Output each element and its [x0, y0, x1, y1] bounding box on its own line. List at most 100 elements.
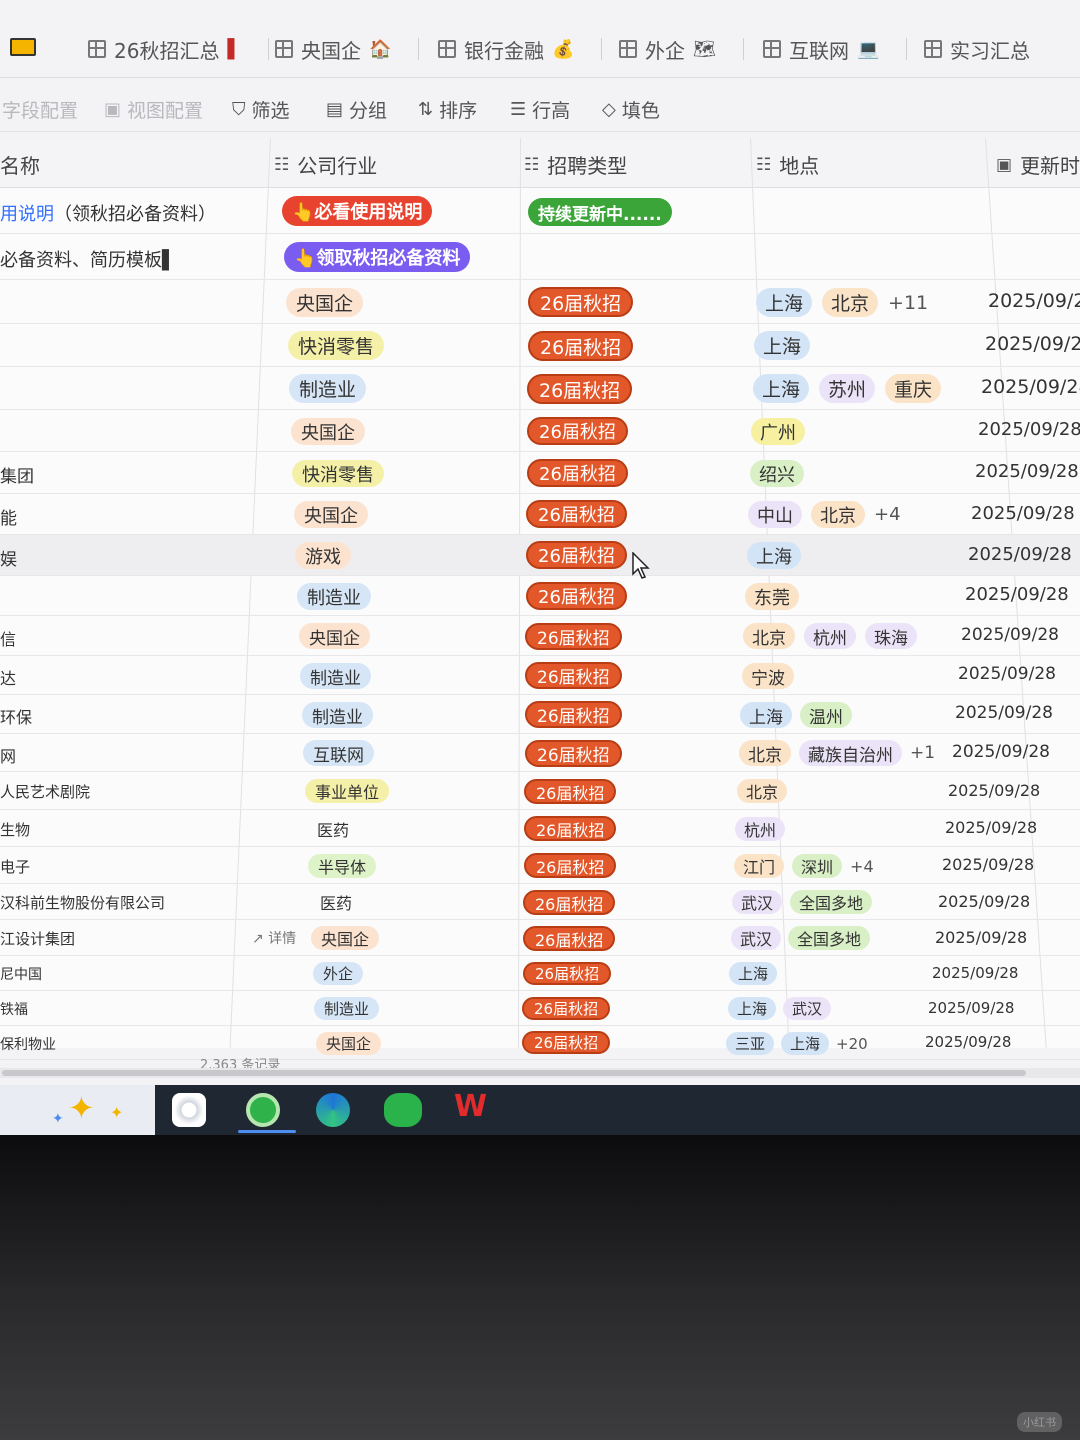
more-locations-count[interactable]: +4: [874, 504, 901, 525]
more-locations-count[interactable]: +11: [888, 292, 928, 314]
row-name[interactable]: 江设计集团: [0, 928, 75, 949]
location-cell[interactable]: 上海 北京 +11: [756, 288, 928, 317]
type-tag[interactable]: 26届秋招: [523, 890, 616, 915]
type-tag[interactable]: 26届秋招: [525, 740, 622, 767]
copilot-area[interactable]: ✦ ✦ ✦: [0, 1085, 155, 1135]
type-tag[interactable]: 26届秋招: [528, 287, 634, 317]
location-cell[interactable]: 杭州: [735, 817, 786, 841]
row-height-button[interactable]: ☰ 行高: [510, 96, 570, 123]
industry-tag[interactable]: 快消零售: [292, 460, 384, 487]
sort-button[interactable]: ⇅ 排序: [418, 96, 477, 123]
type-pill[interactable]: 持续更新中......: [528, 198, 672, 226]
industry-pill[interactable]: 👆必看使用说明: [282, 196, 433, 226]
table-row[interactable]: 娱 游戏 26届秋招 上海 2025/09/28: [0, 535, 1080, 576]
column-header-updated[interactable]: ▣ 更新时: [996, 150, 1080, 179]
edge-browser-icon[interactable]: [316, 1093, 350, 1127]
table-row[interactable]: 江设计集团 ↗ 详情 央国企 26届秋招 武汉 全国多地 2025/09/28: [0, 920, 1080, 956]
industry-tag[interactable]: 央国企: [291, 418, 365, 445]
row-name[interactable]: 必备资料、简历模板▌: [0, 246, 176, 272]
view-config-button[interactable]: ▣ 视图配置: [104, 96, 203, 123]
table-row[interactable]: 保利物业 央国企 26届秋招 三亚 上海 +20 2025/09/28: [0, 1026, 1080, 1060]
type-tag[interactable]: 26届秋招: [525, 662, 622, 689]
industry-tag[interactable]: 央国企: [299, 623, 370, 649]
tab-state-owned[interactable]: 央国企 🏠: [275, 34, 420, 64]
table-row[interactable]: 必备资料、简历模板▌ 👆领取秋招必备资料: [0, 234, 1080, 280]
wps-office-icon[interactable]: [454, 1089, 488, 1127]
table-row[interactable]: 人民艺术剧院 事业单位 26届秋招 北京 2025/09/28: [0, 772, 1080, 810]
industry-tag[interactable]: 央国企: [316, 1032, 382, 1055]
table-row[interactable]: 央国企 26届秋招 广州 2025/09/28: [0, 410, 1080, 452]
more-locations-count[interactable]: +1: [910, 743, 935, 763]
app-swirl-icon[interactable]: [172, 1093, 206, 1127]
industry-tag[interactable]: 事业单位: [305, 779, 390, 803]
industry-tag[interactable]: 制造业: [314, 997, 380, 1020]
row-name[interactable]: 铁福: [0, 999, 28, 1019]
industry-tag[interactable]: 制造业: [297, 583, 371, 610]
row-name[interactable]: 电子: [0, 856, 30, 877]
industry-tag[interactable]: 制造业: [302, 702, 373, 728]
industry-tag[interactable]: 游戏: [295, 542, 351, 569]
table-row[interactable]: 能 央国企 26届秋招 中山 北京 +4 2025/09/28: [0, 494, 1080, 535]
column-header-industry[interactable]: ☷ 公司行业: [274, 150, 377, 179]
table-row[interactable]: 快消零售 26届秋招 上海 2025/09/28: [0, 324, 1080, 367]
row-name[interactable]: 集团: [0, 462, 34, 487]
type-tag[interactable]: 26届秋招: [526, 582, 627, 610]
type-tag[interactable]: 26届秋招: [524, 779, 617, 804]
table-row[interactable]: 电子 半导体 26届秋招 江门 深圳 +4 2025/09/28: [0, 847, 1080, 884]
tab-26-autumn-summary[interactable]: 26秋招汇总 ▌: [88, 34, 270, 64]
location-cell[interactable]: 东莞: [745, 583, 799, 610]
column-header-type[interactable]: ☷ 招聘类型: [524, 150, 627, 179]
copilot-icon[interactable]: ✦: [68, 1089, 95, 1127]
row-name[interactable]: 尼中国: [0, 964, 42, 984]
industry-tag[interactable]: 制造业: [289, 374, 367, 403]
type-tag[interactable]: 26届秋招: [528, 331, 634, 361]
tab-internet[interactable]: 互联网 💻: [763, 34, 908, 64]
type-tag[interactable]: 26届秋招: [523, 962, 612, 985]
location-cell[interactable]: 上海: [747, 542, 801, 569]
location-cell[interactable]: 上海: [754, 331, 811, 360]
field-config-button[interactable]: 字段配置: [2, 96, 78, 123]
location-cell[interactable]: 上海 苏州 重庆: [753, 374, 942, 403]
table-row[interactable]: 尼中国 外企 26届秋招 上海 2025/09/28: [0, 956, 1080, 991]
tab-foreign-company[interactable]: 外企 🗺: [619, 34, 744, 64]
row-name[interactable]: 用说明（领秋招必备资料）: [0, 200, 216, 226]
table-row[interactable]: 汉科前生物股份有限公司 医药 26届秋招 武汉 全国多地 2025/09/28: [0, 884, 1080, 920]
type-tag[interactable]: 26届秋招: [526, 541, 627, 569]
group-button[interactable]: ▤ 分组: [326, 96, 387, 123]
horizontal-scrollbar[interactable]: [0, 1068, 1080, 1078]
table-row[interactable]: 制造业 26届秋招 上海 苏州 重庆 2025/09/28: [0, 367, 1080, 410]
location-cell[interactable]: 绍兴: [750, 460, 804, 487]
industry-tag[interactable]: 央国企: [286, 288, 364, 317]
type-tag[interactable]: 26届秋招: [525, 623, 622, 650]
industry-tag[interactable]: 央国企: [294, 501, 368, 528]
industry-tag[interactable]: 快消零售: [288, 331, 385, 360]
row-name[interactable]: 达: [0, 665, 16, 689]
table-row[interactable]: 达 制造业 26届秋招 宁波 2025/09/28: [0, 656, 1080, 695]
location-cell[interactable]: 北京 藏族自治州 +1: [739, 740, 935, 766]
browser-e-icon[interactable]: [246, 1093, 280, 1127]
industry-tag[interactable]: 制造业: [300, 663, 371, 689]
tab-bank-finance[interactable]: 银行金融 💰: [438, 34, 603, 64]
table-row[interactable]: 网 互联网 26届秋招 北京 藏族自治州 +1 2025/09/28: [0, 734, 1080, 772]
row-name[interactable]: 信: [0, 626, 16, 650]
industry-tag[interactable]: 外企: [313, 962, 364, 985]
location-cell[interactable]: 广州: [751, 418, 805, 445]
industry-tag[interactable]: 央国企: [311, 926, 380, 950]
location-cell[interactable]: 江门 深圳 +4: [734, 854, 874, 878]
table-row[interactable]: 生物 医药 26届秋招 杭州 2025/09/28: [0, 810, 1080, 847]
more-locations-count[interactable]: +4: [850, 857, 874, 876]
type-tag[interactable]: 26届秋招: [525, 701, 622, 728]
location-cell[interactable]: 中山 北京 +4: [748, 501, 901, 528]
row-name[interactable]: 保利物业: [0, 1034, 56, 1054]
type-tag[interactable]: 26届秋招: [524, 853, 617, 878]
type-tag[interactable]: 26届秋招: [523, 926, 616, 951]
location-cell[interactable]: 上海 武汉: [728, 997, 832, 1020]
more-locations-count[interactable]: +20: [836, 1035, 868, 1053]
location-cell[interactable]: 上海: [729, 962, 778, 985]
wechat-icon[interactable]: [384, 1093, 422, 1127]
industry-tag[interactable]: 医药: [310, 890, 362, 914]
type-tag[interactable]: 26届秋招: [527, 459, 628, 487]
type-tag[interactable]: 26届秋招: [522, 1031, 611, 1054]
table-row[interactable]: 铁福 制造业 26届秋招 上海 武汉 2025/09/28: [0, 991, 1080, 1026]
type-tag[interactable]: 26届秋招: [526, 500, 627, 528]
